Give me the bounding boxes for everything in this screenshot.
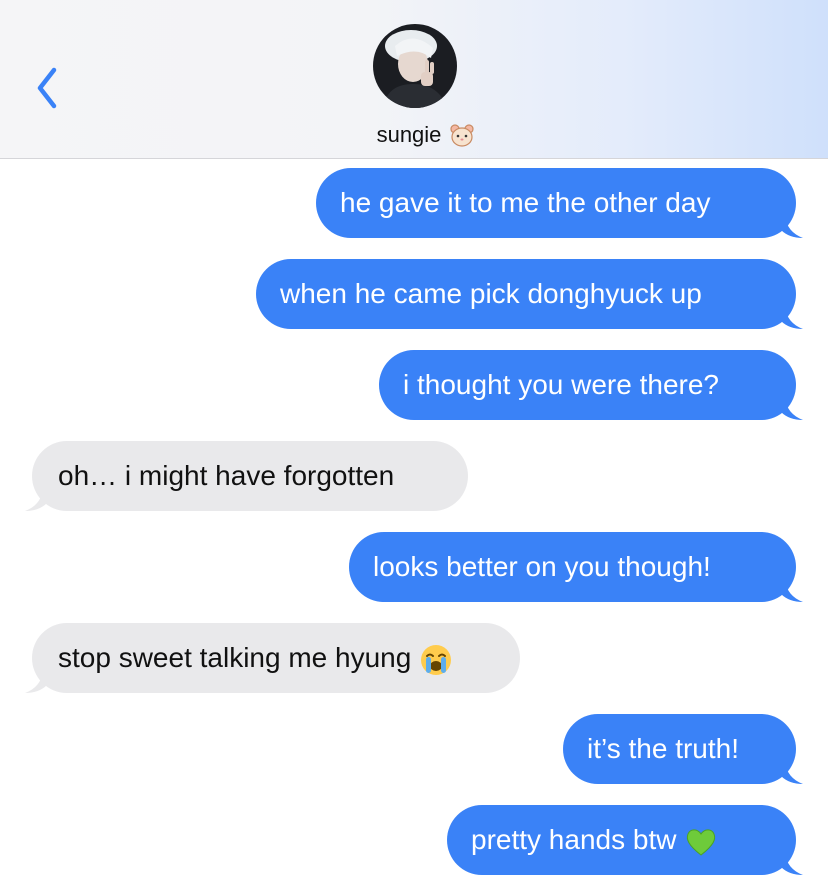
received-message-bubble[interactable]: oh… i might have forgotten xyxy=(25,441,468,511)
green-heart-emoji xyxy=(687,828,716,856)
message-text: stop sweet talking me hyung xyxy=(58,642,412,673)
sent-message-bubble[interactable]: he gave it to me the other day xyxy=(316,168,803,238)
bubble-tail xyxy=(781,398,803,420)
sent-message-bubble[interactable]: looks better on you though! xyxy=(349,532,803,602)
message-text: when he came pick donghyuck up xyxy=(280,278,702,309)
sent-message-bubble[interactable]: i thought you were there? xyxy=(379,350,803,420)
avatar[interactable] xyxy=(373,24,457,108)
avatar-photo xyxy=(373,24,457,108)
bubble-tail xyxy=(781,762,803,784)
contact-name-row[interactable]: sungie xyxy=(0,120,828,150)
contact-name: sungie xyxy=(376,122,442,147)
bubble-tail xyxy=(25,489,47,511)
message-text: looks better on you though! xyxy=(373,551,711,582)
bubble-tail xyxy=(781,580,803,602)
bubble-tail xyxy=(781,307,803,329)
message-text: pretty hands btw xyxy=(471,824,677,855)
message-text: oh… i might have forgotten xyxy=(58,460,395,491)
sent-message-bubble[interactable]: when he came pick donghyuck up xyxy=(256,259,803,329)
message-text: it’s the truth! xyxy=(587,733,740,764)
bubble-tail xyxy=(781,216,803,238)
sent-message-bubble[interactable]: it’s the truth! xyxy=(563,714,803,784)
conversation-header: sungie xyxy=(0,0,828,159)
back-button[interactable] xyxy=(30,66,70,110)
bubble-tail xyxy=(25,671,47,693)
message-text: i thought you were there? xyxy=(403,369,719,400)
sent-message-bubble[interactable]: pretty hands btw xyxy=(447,805,803,875)
chevron-left-icon xyxy=(37,67,57,109)
received-message-bubble[interactable]: stop sweet talking me hyung xyxy=(25,623,520,693)
loudly-crying-emoji xyxy=(421,644,452,675)
bubble-tail xyxy=(781,853,803,875)
message-text: he gave it to me the other day xyxy=(340,187,711,218)
hamster-emoji xyxy=(450,124,475,147)
